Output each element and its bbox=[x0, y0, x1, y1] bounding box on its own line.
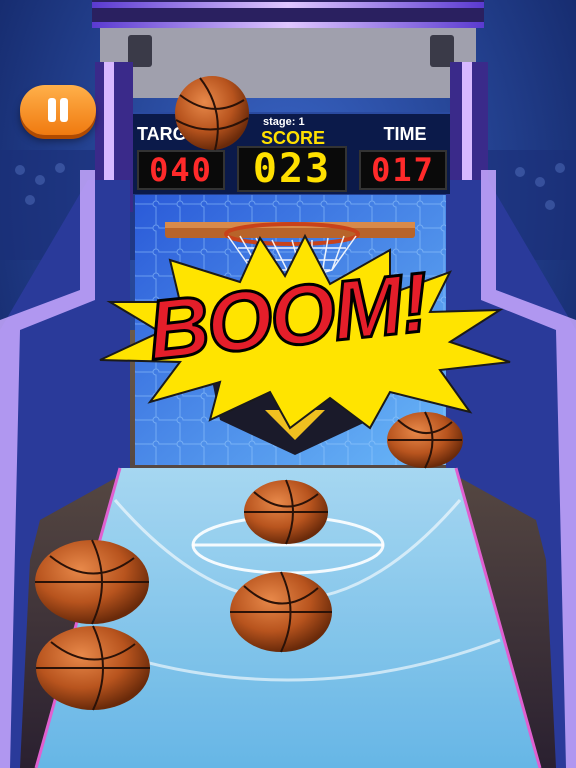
basketball-1[interactable] bbox=[175, 76, 249, 151]
basketballs bbox=[35, 76, 463, 711]
basketball-5[interactable] bbox=[36, 625, 150, 711]
basketball-4[interactable] bbox=[35, 539, 149, 625]
basketball-2[interactable] bbox=[387, 411, 463, 469]
basketball-6[interactable] bbox=[230, 571, 332, 653]
basketball-3[interactable] bbox=[244, 479, 328, 545]
